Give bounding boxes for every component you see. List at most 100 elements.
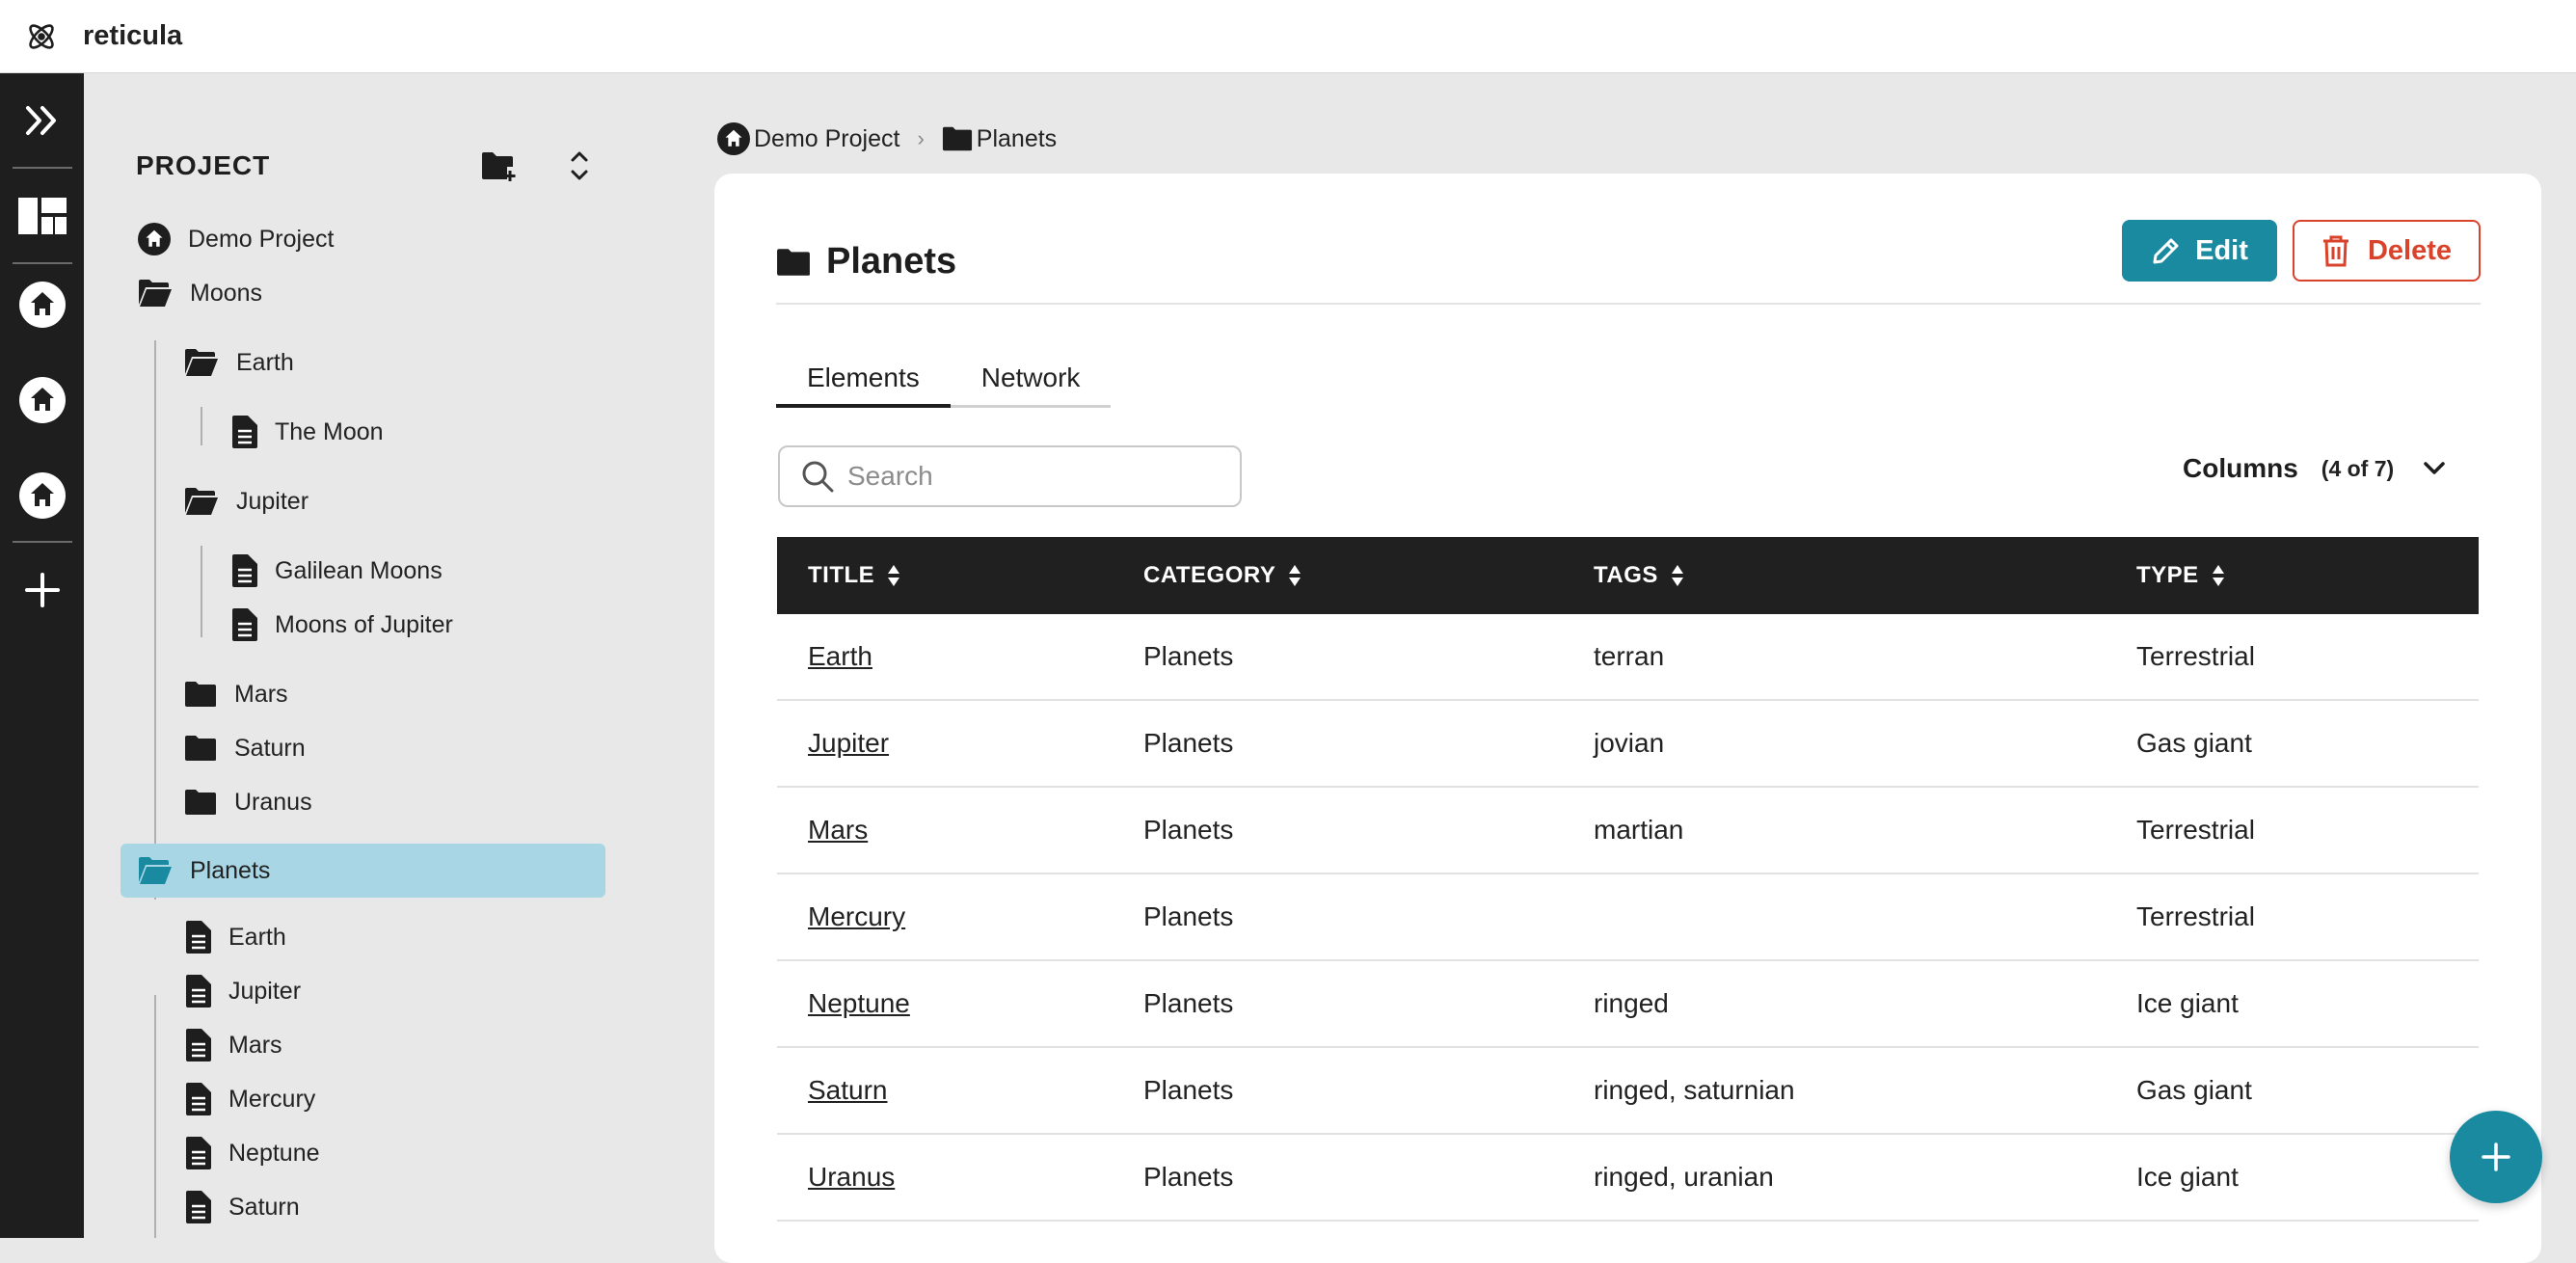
columns-count: (4 of 7) bbox=[2321, 455, 2395, 481]
tree-item-label: Galilean Moons bbox=[275, 556, 443, 584]
expand-sidebar-icon[interactable] bbox=[0, 73, 84, 167]
row-title-link[interactable]: Saturn bbox=[808, 1075, 888, 1105]
row-title-link[interactable]: Jupiter bbox=[808, 728, 889, 758]
sort-icon[interactable] bbox=[888, 565, 900, 586]
column-header-tags[interactable]: TAGS bbox=[1563, 562, 2106, 589]
tree-item-moons-of-jupiter[interactable]: Moons of Jupiter bbox=[230, 600, 453, 650]
breadcrumb-demo-project[interactable]: Demo Project bbox=[717, 122, 899, 155]
table-row: Earth Planets terran Terrestrial bbox=[777, 614, 2479, 701]
search-input[interactable] bbox=[847, 461, 1214, 492]
row-title-link[interactable]: Earth bbox=[808, 641, 872, 671]
app-name[interactable]: reticula bbox=[83, 20, 182, 52]
main-card: Planets Edit Delete Elements Network Col… bbox=[714, 174, 2541, 1263]
edit-button[interactable]: Edit bbox=[2122, 220, 2277, 282]
table-row: Jupiter Planets jovian Gas giant bbox=[777, 701, 2479, 788]
tree-item-demo-project[interactable]: Demo Project bbox=[138, 214, 334, 264]
tree-item-moons[interactable]: Moons bbox=[138, 268, 262, 318]
elements-table: TITLE CATEGORY TAGS TYPE Earth Planets t… bbox=[777, 537, 2479, 1222]
atom-icon[interactable] bbox=[0, 20, 83, 53]
row-category: Planets bbox=[1143, 1162, 1234, 1192]
table-header: TITLE CATEGORY TAGS TYPE bbox=[777, 537, 2479, 614]
folder-icon bbox=[942, 126, 972, 151]
row-type: Gas giant bbox=[2136, 728, 2252, 758]
tree-guide bbox=[201, 546, 202, 637]
add-element-button[interactable] bbox=[2450, 1111, 2542, 1203]
tree-item-planets-mars[interactable]: Mars bbox=[184, 1020, 282, 1070]
table-row: Uranus Planets ringed, uranian Ice giant bbox=[777, 1135, 2479, 1222]
folder-open-icon bbox=[139, 280, 172, 307]
folder-icon bbox=[185, 736, 216, 761]
page-title: Planets bbox=[776, 241, 956, 282]
row-type: Terrestrial bbox=[2136, 901, 2255, 931]
folder-open-icon bbox=[185, 488, 218, 515]
tree-item-moons-saturn[interactable]: Saturn bbox=[184, 723, 306, 773]
tree-item-planets-mercury[interactable]: Mercury bbox=[184, 1074, 315, 1124]
document-icon bbox=[232, 416, 257, 448]
new-folder-icon[interactable] bbox=[479, 147, 518, 185]
folder-icon bbox=[185, 790, 216, 815]
tree-item-moons-jupiter[interactable]: Jupiter bbox=[184, 476, 309, 526]
row-type: Terrestrial bbox=[2136, 815, 2255, 845]
search-icon bbox=[802, 461, 834, 493]
row-title-link[interactable]: Uranus bbox=[808, 1162, 895, 1192]
columns-toggle[interactable]: Columns (4 of 7) bbox=[2183, 453, 2446, 484]
row-tags: terran bbox=[1594, 641, 1665, 671]
tree-item-label: Demo Project bbox=[188, 225, 335, 253]
tree-item-planets-earth[interactable]: Earth bbox=[184, 912, 286, 962]
column-header-label: CATEGORY bbox=[1143, 562, 1276, 588]
home-icon[interactable] bbox=[18, 282, 66, 333]
tree-item-moons-earth[interactable]: Earth bbox=[184, 337, 294, 388]
tree-item-the-moon[interactable]: The Moon bbox=[230, 407, 384, 457]
sidebar-header: PROJECT bbox=[136, 147, 599, 185]
tab-elements[interactable]: Elements bbox=[776, 363, 951, 408]
tree-item-label: Saturn bbox=[234, 734, 306, 762]
sort-icon[interactable] bbox=[1289, 565, 1301, 586]
row-type: Terrestrial bbox=[2136, 641, 2255, 671]
tab-network[interactable]: Network bbox=[951, 363, 1112, 405]
row-category: Planets bbox=[1143, 901, 1234, 931]
tree-item-moons-uranus[interactable]: Uranus bbox=[184, 777, 312, 827]
document-icon bbox=[186, 1083, 211, 1115]
folder-open-icon bbox=[185, 349, 218, 376]
breadcrumb-planets[interactable]: Planets bbox=[942, 125, 1057, 153]
row-title-link[interactable]: Neptune bbox=[808, 988, 910, 1018]
tree-guide bbox=[201, 407, 202, 445]
sort-icon[interactable] bbox=[1671, 565, 1683, 586]
column-header-label: TAGS bbox=[1594, 562, 1658, 588]
tree-item-label: Earth bbox=[228, 923, 286, 951]
home-icon[interactable] bbox=[18, 377, 66, 428]
tree-item-label: Mars bbox=[228, 1031, 282, 1059]
tree-item-galilean-moons[interactable]: Galilean Moons bbox=[230, 546, 443, 596]
table-row: Mercury Planets Terrestrial bbox=[777, 874, 2479, 961]
home-icon[interactable] bbox=[18, 472, 66, 524]
column-header-title[interactable]: TITLE bbox=[777, 562, 1113, 589]
row-category: Planets bbox=[1143, 988, 1234, 1018]
column-header-category[interactable]: CATEGORY bbox=[1113, 562, 1563, 589]
column-header-type[interactable]: TYPE bbox=[2106, 562, 2479, 589]
tree-item-planets[interactable]: Planets bbox=[121, 844, 605, 898]
plus-icon bbox=[2482, 1142, 2510, 1171]
tree-item-planets-jupiter[interactable]: Jupiter bbox=[184, 966, 301, 1016]
sort-icon[interactable] bbox=[2212, 565, 2224, 586]
title-divider bbox=[776, 303, 2481, 305]
row-category: Planets bbox=[1143, 1075, 1234, 1105]
trash-icon bbox=[2322, 235, 2348, 267]
tree-guide bbox=[154, 340, 156, 900]
home-icon bbox=[717, 122, 750, 155]
breadcrumb-label: Demo Project bbox=[754, 124, 900, 152]
tree-item-moons-mars[interactable]: Mars bbox=[184, 669, 288, 719]
delete-button[interactable]: Delete bbox=[2293, 220, 2481, 282]
chevron-down-icon[interactable] bbox=[2423, 461, 2446, 476]
row-title-link[interactable]: Mercury bbox=[808, 901, 905, 931]
row-title-link[interactable]: Mars bbox=[808, 815, 868, 845]
row-tags: jovian bbox=[1594, 728, 1665, 758]
plus-icon[interactable] bbox=[0, 543, 84, 636]
row-type: Ice giant bbox=[2136, 988, 2239, 1018]
edit-button-label: Edit bbox=[2195, 234, 2248, 266]
dashboard-icon[interactable] bbox=[0, 169, 84, 262]
tree-item-planets-neptune[interactable]: Neptune bbox=[184, 1128, 320, 1178]
row-tags: ringed, saturnian bbox=[1594, 1075, 1795, 1105]
tree-item-planets-saturn[interactable]: Saturn bbox=[184, 1182, 300, 1232]
document-icon bbox=[186, 1137, 211, 1169]
expand-collapse-icon[interactable] bbox=[560, 147, 599, 185]
